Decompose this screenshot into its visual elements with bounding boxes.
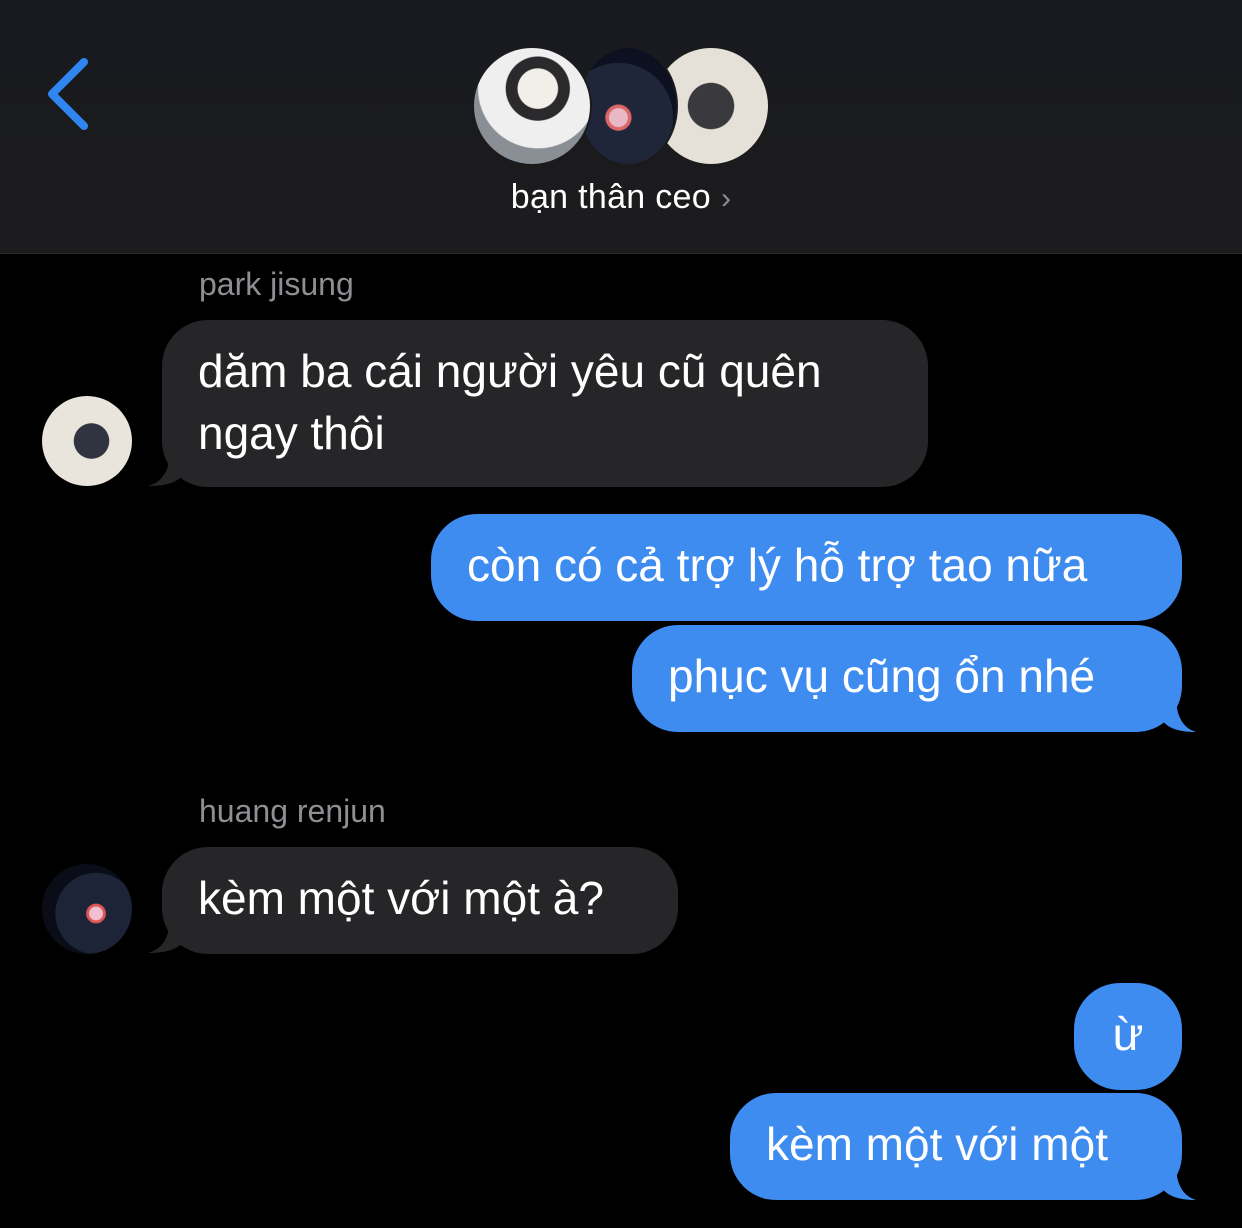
message-text: còn có cả trợ lý hỗ trợ tao nữa xyxy=(467,539,1088,591)
avatar[interactable] xyxy=(42,396,132,486)
back-button[interactable] xyxy=(44,56,94,132)
message-text: kèm một với một xyxy=(766,1118,1108,1170)
message-bubble[interactable]: phục vụ cũng ổn nhé xyxy=(632,625,1182,732)
message-bubble[interactable]: dăm ba cái người yêu cũ quên ngay thôi xyxy=(162,320,928,487)
chevron-left-icon xyxy=(48,58,88,130)
message-text: kèm một với một à? xyxy=(198,872,604,924)
message-bubble[interactable]: kèm một với một à? xyxy=(162,847,678,954)
message-text: ngay thôi xyxy=(198,407,385,459)
message-text: dăm ba cái người yêu cũ quên xyxy=(198,345,822,397)
message-bubble[interactable]: ừ xyxy=(1074,983,1182,1090)
group-name: bạn thân ceo xyxy=(510,178,711,216)
message-text: phục vụ cũng ổn nhé xyxy=(668,650,1096,702)
sender-name: huang renjun xyxy=(199,793,386,829)
message-text: ừ xyxy=(1112,1008,1144,1060)
sender-name: park jisung xyxy=(199,266,354,302)
group-title[interactable]: bạn thân ceo › xyxy=(0,178,1242,217)
conversation-header: bạn thân ceo › xyxy=(0,0,1242,254)
group-avatars[interactable] xyxy=(472,46,772,166)
chevron-right-icon: › xyxy=(720,182,732,215)
avatar xyxy=(578,46,678,166)
avatar[interactable] xyxy=(42,864,132,954)
message-bubble[interactable]: còn có cả trợ lý hỗ trợ tao nữa xyxy=(431,514,1182,621)
avatar xyxy=(472,46,592,166)
message-bubble[interactable]: kèm một với một xyxy=(730,1093,1182,1200)
